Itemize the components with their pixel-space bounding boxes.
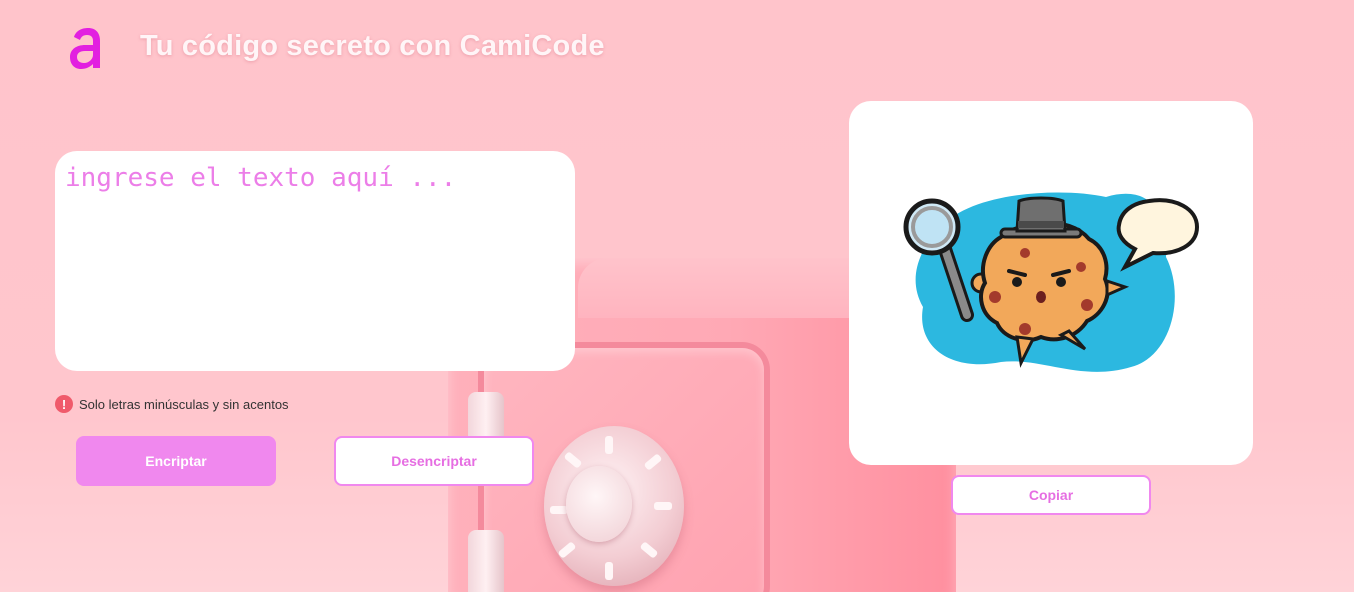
page-title: Tu código secreto con CamiCode <box>140 30 605 62</box>
safe-dial <box>544 426 684 586</box>
warning-icon: ! <box>55 395 73 413</box>
dial-tick <box>639 541 659 559</box>
dial-tick <box>605 436 613 454</box>
dial-tick <box>654 502 672 510</box>
text-input[interactable] <box>55 151 575 371</box>
detective-cookie-icon <box>903 192 1200 372</box>
dial-tick <box>643 453 663 471</box>
encrypt-button[interactable]: Encriptar <box>76 436 276 486</box>
dial-tick <box>557 541 577 559</box>
camicode-logo-icon[interactable] <box>66 24 106 72</box>
safe-hinge-bottom <box>468 530 504 592</box>
dial-tick <box>563 451 583 469</box>
input-hint-text: Solo letras minúsculas y sin acentos <box>79 396 289 412</box>
safe-dial-knob <box>566 466 632 542</box>
dial-tick <box>605 562 613 580</box>
copy-button[interactable]: Copiar <box>951 475 1151 515</box>
output-panel <box>849 101 1253 465</box>
decrypt-button[interactable]: Desencriptar <box>334 436 534 486</box>
input-hint: ! Solo letras minúsculas y sin acentos <box>55 395 289 413</box>
